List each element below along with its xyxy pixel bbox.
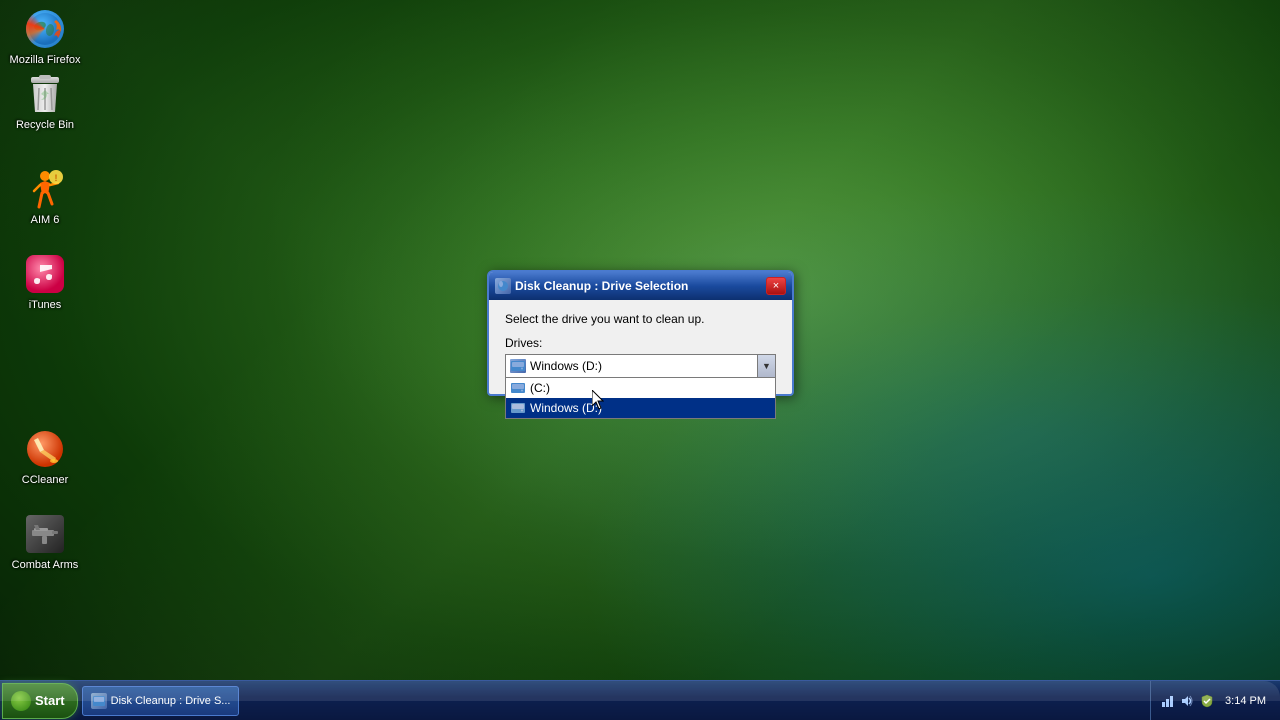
drive-c-label: (C:) [530,381,550,395]
drive-option-d[interactable]: Windows (D:) [506,398,775,418]
drives-select-wrapper: Windows (D:) ▼ (C:) [505,354,776,378]
desktop-icon-aim[interactable]: ! AIM 6 [5,165,85,231]
ccleaner-icon [25,429,65,469]
drive-icon [510,359,526,373]
desktop-icon-itunes[interactable]: iTunes [5,250,85,316]
desktop-icon-combat-arms[interactable]: Combat Arms [5,510,85,576]
combat-arms-icon [25,514,65,554]
itunes-icon [25,254,65,294]
dialog-titlebar: Disk Cleanup : Drive Selection × [489,272,792,300]
dialog-body: Select the drive you want to clean up. D… [489,300,792,394]
start-orb-icon [11,691,31,711]
drive-c-icon [510,381,526,395]
desktop-icon-firefox[interactable]: Mozilla Firefox [5,5,85,71]
svg-text:!: ! [55,173,58,183]
dialog-titlebar-icon [495,278,511,294]
recycle-bin-label: Recycle Bin [16,118,74,132]
aim-label: AIM 6 [31,213,60,227]
combat-arms-label: Combat Arms [12,558,79,572]
dialog-description: Select the drive you want to clean up. [505,312,776,326]
drive-d-label: Windows (D:) [530,401,602,415]
desktop-icon-recycle[interactable]: Recycle Bin [5,70,85,136]
disk-cleanup-dialog: Disk Cleanup : Drive Selection × Select … [487,270,794,396]
dialog-drives-label: Drives: [505,336,776,350]
drive-d-icon [510,401,526,415]
ccleaner-label: CCleaner [22,473,68,487]
desktop: Mozilla Firefox [0,0,1280,720]
firefox-label: Mozilla Firefox [10,53,81,67]
firefox-icon [25,9,65,49]
start-button[interactable]: Start [2,683,78,719]
selected-drive-value: Windows (D:) [530,359,753,373]
itunes-label: iTunes [29,298,62,312]
drive-dropdown-list: (C:) Windows (D:) [505,378,776,419]
drive-option-c[interactable]: (C:) [506,378,775,398]
start-label: Start [35,693,65,708]
taskbar: Start Disk Cleanup : Drive S... [0,680,1280,720]
recycle-bin-icon [25,74,65,114]
dialog-title: Disk Cleanup : Drive Selection [515,279,762,293]
dialog-close-button[interactable]: × [766,277,786,295]
drives-select[interactable]: Windows (D:) ▼ [505,354,776,378]
aim-icon: ! [25,169,65,209]
desktop-icon-ccleaner[interactable]: CCleaner [5,425,85,491]
select-dropdown-arrow[interactable]: ▼ [757,355,775,377]
